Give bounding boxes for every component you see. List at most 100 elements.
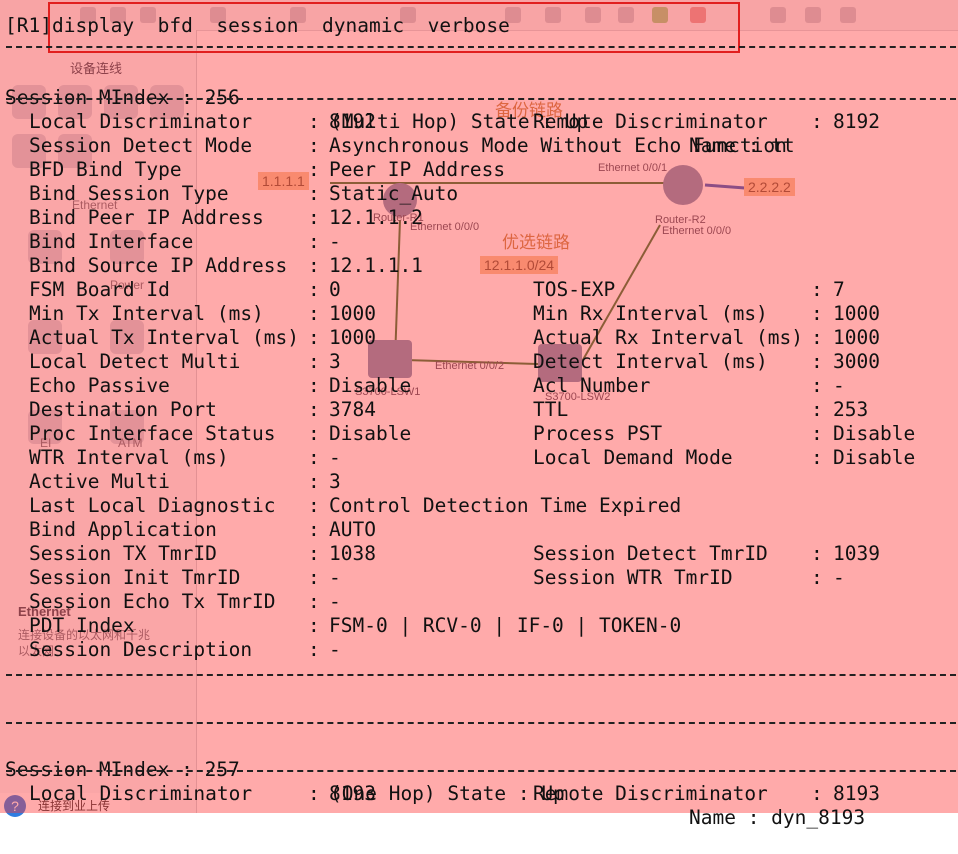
field-key: Echo Passive bbox=[29, 374, 170, 397]
field-value: FSM-0 | RCV-0 | IF-0 | TOKEN-0 bbox=[329, 614, 682, 637]
separator-2 bbox=[6, 98, 956, 100]
field-value: 1038 bbox=[329, 542, 376, 565]
field-colon: : bbox=[308, 542, 320, 565]
field-colon: : bbox=[308, 158, 320, 181]
field-colon: : bbox=[308, 182, 320, 205]
field-colon: : bbox=[308, 374, 320, 397]
field-key: WTR Interval (ms) bbox=[29, 446, 229, 469]
field-value: - bbox=[329, 230, 341, 253]
field-value: Control Detection Time Expired bbox=[329, 494, 682, 517]
field-colon: : bbox=[308, 446, 320, 469]
field-value: AUTO bbox=[329, 518, 376, 541]
field-colon-2: : bbox=[811, 350, 823, 373]
field-key-2: Remote Discriminator bbox=[533, 110, 768, 133]
field-value-2: 1000 bbox=[833, 326, 880, 349]
field-key: Min Tx Interval (ms) bbox=[29, 302, 264, 325]
field-key: Proc Interface Status bbox=[29, 422, 276, 445]
field-key: FSM Board Id bbox=[29, 278, 170, 301]
field-value: Static_Auto bbox=[329, 182, 459, 205]
separator-3 bbox=[6, 674, 956, 676]
field-key-2: Min Rx Interval (ms) bbox=[533, 302, 768, 325]
field-colon: : bbox=[308, 278, 320, 301]
field-key: Bind Application bbox=[29, 518, 217, 541]
field-colon-2: : bbox=[811, 278, 823, 301]
field-key-2: Process PST bbox=[533, 422, 663, 445]
field-key-2: Actual Rx Interval (ms) bbox=[533, 326, 804, 349]
field-value-2: 8193 bbox=[833, 782, 880, 805]
field-value-2: Disable bbox=[833, 422, 916, 445]
field-colon: : bbox=[308, 590, 320, 613]
field-key: Session Init TmrID bbox=[29, 566, 241, 589]
field-key: Session Detect Mode bbox=[29, 134, 253, 157]
field-value: Disable bbox=[329, 422, 412, 445]
field-key-2: Remote Discriminator bbox=[533, 782, 768, 805]
field-value: Disable bbox=[329, 374, 412, 397]
field-colon-2: : bbox=[811, 374, 823, 397]
field-key-2: TOS-EXP bbox=[533, 278, 616, 301]
session-256-header: Session MIndex : 256 (Multi Hop) State :… bbox=[5, 62, 795, 157]
field-key: Session Echo Tx TmrID bbox=[29, 590, 276, 613]
field-colon: : bbox=[308, 422, 320, 445]
field-key-2: Detect Interval (ms) bbox=[533, 350, 768, 373]
field-colon: : bbox=[308, 398, 320, 421]
field-colon-2: : bbox=[811, 422, 823, 445]
field-value-2: 1039 bbox=[833, 542, 880, 565]
field-colon: : bbox=[308, 230, 320, 253]
field-colon-2: : bbox=[811, 446, 823, 469]
field-value: 3 bbox=[329, 470, 341, 493]
field-colon: : bbox=[308, 494, 320, 517]
field-key: Bind Session Type bbox=[29, 182, 229, 205]
field-key: Bind Source IP Address bbox=[29, 254, 288, 277]
field-key: Bind Peer IP Address bbox=[29, 206, 264, 229]
field-key-2: Session Detect TmrID bbox=[533, 542, 768, 565]
field-key: Local Detect Multi bbox=[29, 350, 241, 373]
field-value: - bbox=[329, 566, 341, 589]
field-value: 8193 bbox=[329, 782, 376, 805]
field-value-2: 253 bbox=[833, 398, 869, 421]
field-value-2: - bbox=[833, 566, 845, 589]
separator-5 bbox=[6, 770, 956, 772]
field-colon: : bbox=[308, 110, 320, 133]
session-257-header: Session MIndex : 257 (One Hop) State : U… bbox=[5, 734, 865, 829]
field-value: 12.1.1.1 bbox=[329, 254, 423, 277]
terminal-output: [R1]display bfd session dynamic verbose … bbox=[0, 0, 958, 829]
field-colon: : bbox=[308, 350, 320, 373]
field-key: BFD Bind Type bbox=[29, 158, 182, 181]
field-colon-2: : bbox=[811, 542, 823, 565]
field-key-2: Acl Number bbox=[533, 374, 651, 397]
field-colon-2: : bbox=[811, 782, 823, 805]
field-key-2: TTL bbox=[533, 398, 569, 421]
field-colon-2: : bbox=[811, 110, 823, 133]
separator-4 bbox=[6, 722, 956, 724]
field-colon: : bbox=[308, 638, 320, 661]
field-key: Session TX TmrID bbox=[29, 542, 217, 565]
field-value-2: 7 bbox=[833, 278, 845, 301]
field-value: 12.1.1.2 bbox=[329, 206, 423, 229]
field-key: Destination Port bbox=[29, 398, 217, 421]
field-colon: : bbox=[308, 470, 320, 493]
field-colon: : bbox=[308, 206, 320, 229]
command-prompt: [R1] bbox=[5, 14, 52, 37]
field-key: PDT Index bbox=[29, 614, 135, 637]
field-value: 1000 bbox=[329, 302, 376, 325]
field-colon-2: : bbox=[811, 302, 823, 325]
field-value-2: - bbox=[833, 374, 845, 397]
field-value: 8192 bbox=[329, 110, 376, 133]
field-value-2: 1000 bbox=[833, 302, 880, 325]
field-colon: : bbox=[308, 782, 320, 805]
field-colon: : bbox=[308, 566, 320, 589]
field-key-2: Local Demand Mode bbox=[533, 446, 733, 469]
field-key: Actual Tx Interval (ms) bbox=[29, 326, 300, 349]
field-key: Local Discriminator bbox=[29, 110, 253, 133]
field-value-2: 8192 bbox=[833, 110, 880, 133]
field-colon-2: : bbox=[811, 566, 823, 589]
field-key: Bind Interface bbox=[29, 230, 194, 253]
field-key: Active Multi bbox=[29, 470, 170, 493]
field-value: 0 bbox=[329, 278, 341, 301]
field-colon: : bbox=[308, 254, 320, 277]
field-value-2: 3000 bbox=[833, 350, 880, 373]
field-value: - bbox=[329, 446, 341, 469]
field-value: 1000 bbox=[329, 326, 376, 349]
separator-1 bbox=[6, 46, 956, 48]
field-key-2: Session WTR TmrID bbox=[533, 566, 733, 589]
